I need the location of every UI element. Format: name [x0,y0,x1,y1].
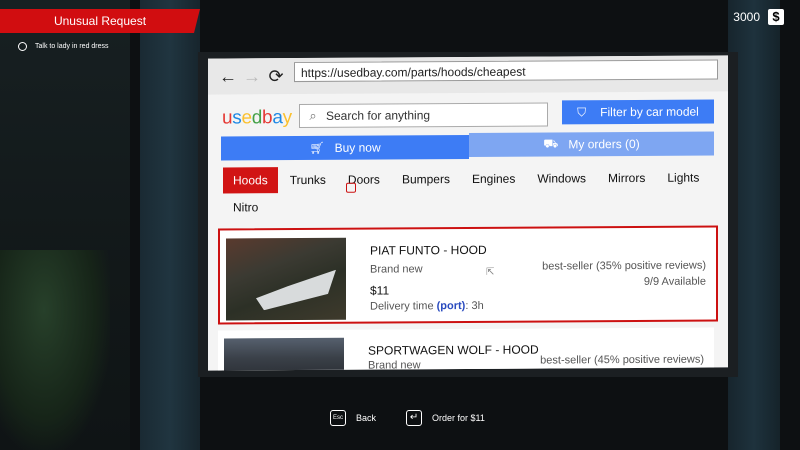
bottle-shape [0,250,110,450]
back-hint[interactable]: Esc Back [330,410,376,426]
buy-now-button[interactable]: 🛒︎ Buy now [221,134,469,161]
logo-letter: u [222,107,233,129]
forward-arrow-icon[interactable]: → [240,66,264,87]
truck-icon: ⛟ [543,136,559,151]
money-display: 3000 $ [733,9,784,25]
tab-mirrors[interactable]: Mirrors [598,165,655,191]
search-placeholder: Search for anything [326,108,431,123]
objective-circle-icon [18,42,27,51]
monitor-screen: ← → ⟳ https://usedbay.com/parts/hoods/ch… [208,55,728,371]
buy-now-label: Buy now [334,140,381,155]
esc-key-icon: Esc [330,410,346,426]
listing-title: SPORTWAGEN WOLF - HOOD [368,342,539,358]
listing-item[interactable]: PIAT FUNTO - HOOD Brand new $11 Delivery… [218,225,718,325]
search-input[interactable]: ⌕ Search for anything [299,102,548,129]
reload-icon[interactable]: ⟳ [264,66,288,87]
quest-title: Unusual Request [0,9,200,33]
category-tabs: Hoods Trunks Doors Bumpers Engines Windows Mir… [223,165,713,194]
filter-label: Filter by car model [600,104,699,120]
tab-nitro[interactable]: Nitro [223,200,268,214]
logo-letter: d [251,107,263,129]
quest-task-label: Talk to lady in red dress [35,43,109,50]
tab-bumpers[interactable]: Bumpers [392,166,460,192]
tab-hoods[interactable]: Hoods [223,167,278,194]
control-hints: Esc Back ↵ Order for $11 [330,410,485,426]
listing-condition: Brand new [368,359,421,371]
logo-letter: s [232,107,242,129]
logo-letter: a [272,107,283,129]
listing-availability: 9/9 Available [643,275,706,288]
delivery-port: (port) [436,300,466,313]
listing-seller: best-seller (35% positive reviews) [542,259,706,273]
delivery-prefix: Delivery time [370,300,437,313]
delivery-time: : 3h [465,299,484,313]
dollar-icon: $ [768,9,784,25]
tab-engines[interactable]: Engines [462,166,525,192]
my-orders-label: My orders (0) [568,136,640,152]
tab-trunks[interactable]: Trunks [280,167,336,193]
listing-seller: best-seller (45% positive reviews) [540,353,704,367]
filter-icon: ⛉ [577,104,587,119]
listing-price: $11 [370,283,390,298]
order-hint-label: Order for $11 [432,413,485,423]
mouse-cursor-icon: ⇱ [486,266,495,278]
logo-letter: y [282,107,292,129]
url-field[interactable]: https://usedbay.com/parts/hoods/cheapest [294,59,718,83]
filter-by-car-model-button[interactable]: ⛉ Filter by car model [562,99,714,125]
listing-title: PIAT FUNTO - HOOD [370,242,487,258]
enter-key-icon: ↵ [406,410,423,426]
cart-icon: 🛒︎ [309,140,325,155]
search-icon: ⌕ [309,107,317,123]
tab-lights[interactable]: Lights [657,165,709,191]
hood-thumbnail [224,337,344,371]
my-orders-button[interactable]: ⛟ My orders (0) [469,131,714,157]
tab-windows[interactable]: Windows [527,165,596,191]
quest-task: Talk to lady in red dress [18,42,109,51]
listing-item[interactable]: SPORTWAGEN WOLF - HOOD Brand new best-se… [218,327,714,371]
back-arrow-icon[interactable]: ← [216,66,240,87]
pillar-left [140,0,200,450]
listing-delivery: Delivery time (port): 3h [370,300,484,313]
logo-letter: b [262,107,273,129]
hood-shape [256,270,336,310]
pointer-cursor-icon [346,182,356,193]
order-hint[interactable]: ↵ Order for $11 [406,410,485,426]
back-hint-label: Back [356,413,377,423]
logo-letter: e [241,107,252,129]
browser-toolbar: ← → ⟳ https://usedbay.com/parts/hoods/ch… [208,55,728,95]
usedbay-logo[interactable]: usedbay [222,107,292,129]
money-amount: 3000 [733,10,760,24]
listing-condition: Brand new [370,263,423,276]
hood-thumbnail [226,237,346,321]
